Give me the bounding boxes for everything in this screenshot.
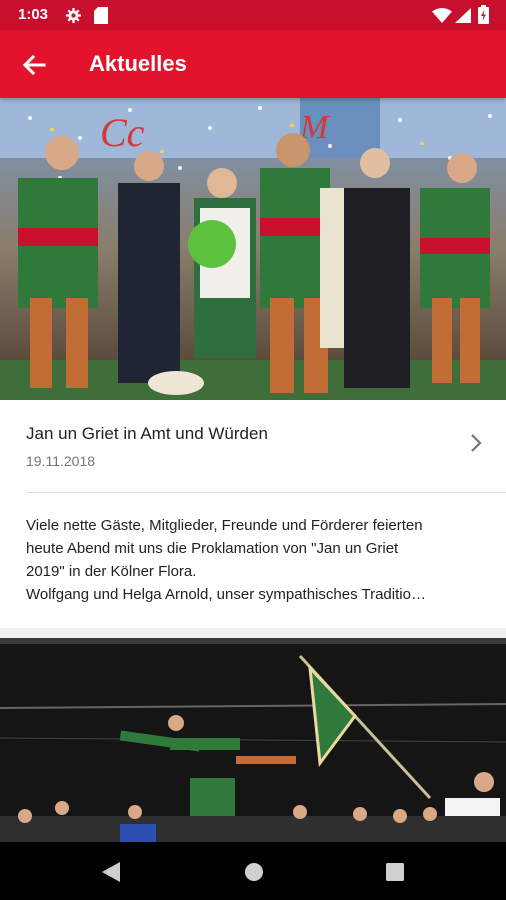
news-teaser: Viele nette Gäste, Mitglieder, Freunde u… (26, 514, 488, 606)
news-date: 19.11.2018 (26, 453, 96, 469)
news-card[interactable] (0, 638, 506, 842)
wifi-icon (432, 8, 452, 23)
teaser-line: heute Abend mit uns die Proklamation von… (26, 540, 399, 557)
app-bar: Aktuelles (0, 30, 506, 98)
news-image[interactable]: Cc M (0, 98, 506, 400)
teaser-line: 2019" in der Kölner Flora. (26, 563, 197, 580)
status-bar: 1:03 (0, 0, 506, 30)
back-triangle-icon[interactable] (100, 861, 122, 883)
page-title: Aktuelles (89, 51, 187, 76)
recents-square-icon[interactable] (385, 862, 405, 882)
navigation-bar (0, 842, 506, 900)
back-arrow-icon[interactable] (18, 49, 50, 81)
status-time: 1:03 (18, 6, 49, 23)
news-image[interactable] (0, 638, 506, 842)
signal-icon (455, 8, 471, 23)
news-card[interactable]: Cc M Jan un Griet in Amt und Würden 19.1… (0, 98, 506, 628)
gear-icon (66, 8, 81, 23)
home-circle-icon[interactable] (243, 861, 265, 883)
teaser-line: Viele nette Gäste, Mitglieder, Freunde u… (26, 517, 423, 534)
svg-text:Cc: Cc (100, 110, 145, 155)
battery-icon (478, 5, 489, 24)
teaser-line: Wolfgang und Helga Arnold, unser sympath… (26, 586, 426, 603)
sd-card-icon (94, 7, 108, 24)
news-title[interactable]: Jan un Griet in Amt und Würden (26, 424, 268, 444)
chevron-right-icon[interactable] (464, 431, 488, 455)
news-feed[interactable]: Cc M Jan un Griet in Amt und Würden 19.1… (0, 98, 506, 842)
divider (26, 492, 506, 493)
